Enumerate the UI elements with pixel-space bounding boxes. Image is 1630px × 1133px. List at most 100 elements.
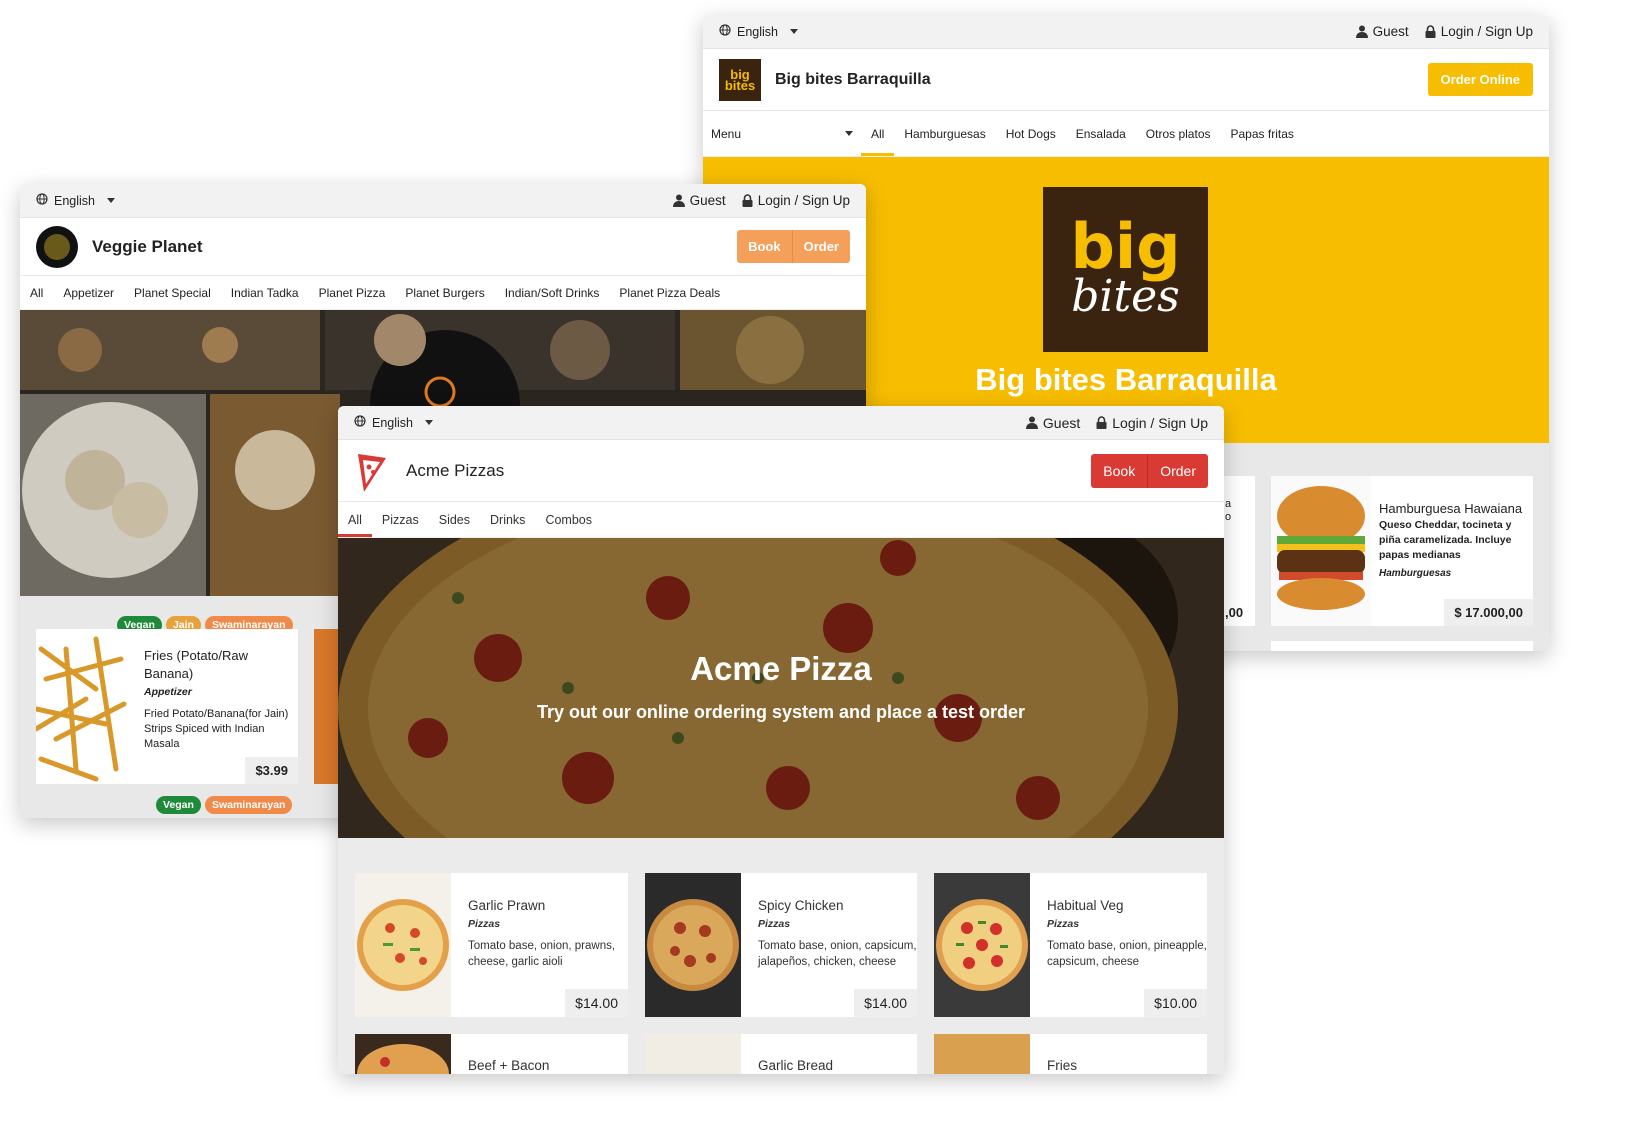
nav-hot-dogs[interactable]: Hot Dogs — [996, 111, 1066, 156]
menu-card-garlic-prawn[interactable]: Garlic Prawn Pizzas Tomato base, onion, … — [355, 873, 628, 1017]
nav-combos[interactable]: Combos — [535, 502, 602, 537]
nav-indian-tadka[interactable]: Indian Tadka — [221, 276, 309, 309]
menu-card-beef-bacon[interactable]: Beef + Bacon — [355, 1034, 628, 1074]
bread-image — [645, 1034, 741, 1074]
menu-card-habitual-veg[interactable]: Habitual Veg Pizzas Tomato base, onion, … — [934, 873, 1207, 1017]
item-description: Tomato base, onion, capsicum, jalapeños,… — [758, 940, 917, 968]
item-category: Appetizer — [144, 686, 192, 698]
veggie-category-nav: All Appetizer Planet Special Indian Tadk… — [20, 276, 866, 310]
nav-hamburguesas[interactable]: Hamburguesas — [894, 111, 995, 156]
nav-pizzas[interactable]: Pizzas — [372, 502, 429, 537]
chevron-down-icon — [845, 131, 853, 136]
hero-title: Acme Pizza — [690, 650, 872, 687]
chevron-down-icon — [425, 420, 433, 425]
menu-card-spicy-chicken[interactable]: Spicy Chicken Pizzas Tomato base, onion,… — [645, 873, 917, 1017]
language-selector[interactable]: English — [354, 415, 1026, 430]
language-label: English — [737, 24, 778, 39]
globe-icon — [719, 24, 731, 39]
menu-card[interactable]: Fries (Potato/Raw Banana) Appetizer Frie… — [36, 629, 298, 784]
item-description: Tomato base, onion, pineapple, capsicum,… — [1047, 940, 1207, 968]
nav-planet-pizza[interactable]: Planet Pizza — [309, 276, 396, 309]
pizza-image — [645, 873, 741, 1017]
item-title: Fries (Potato/Raw Banana) — [144, 648, 249, 681]
item-price: $10.00 — [1144, 989, 1207, 1017]
lock-icon — [742, 194, 753, 207]
user-icon — [672, 194, 685, 207]
item-category: Hamburguesas — [1379, 568, 1452, 579]
acme-topbar: English Guest Login / Sign Up — [338, 406, 1224, 440]
language-selector[interactable]: English — [36, 193, 673, 208]
nav-all[interactable]: All — [338, 502, 372, 537]
menu-card-partial[interactable] — [314, 629, 338, 784]
nav-all[interactable]: All — [861, 111, 895, 156]
menu-card-fries[interactable]: Fries — [934, 1034, 1207, 1074]
item-title: Habitual Veg — [1047, 898, 1124, 913]
pizza-slice-icon[interactable] — [354, 448, 390, 494]
guest-label[interactable]: Guest — [1355, 24, 1409, 39]
order-online-button[interactable]: Order Online — [1427, 63, 1533, 96]
item-title: Beef + Bacon — [468, 1058, 550, 1073]
language-label: English — [54, 193, 95, 208]
item-title: Garlic Prawn — [468, 898, 546, 913]
chevron-down-icon — [107, 198, 115, 203]
globe-icon — [36, 193, 48, 208]
menu-card-next[interactable] — [1271, 641, 1533, 651]
burger-image — [1271, 476, 1371, 626]
menu-card-garlic-bread[interactable]: Garlic Bread — [645, 1034, 917, 1074]
bigbites-header: big bites Big bites Barraquilla Order Onl… — [703, 49, 1549, 111]
menu-card[interactable]: Hamburguesa Hawaiana Queso Cheddar, toci… — [1271, 476, 1533, 626]
order-button[interactable]: Order — [1148, 453, 1208, 488]
hero-banner: Acme Pizza Try out our online ordering s… — [338, 538, 1224, 838]
bigbites-topbar: English Guest Login / Sign Up — [703, 15, 1549, 49]
nav-all[interactable]: All — [20, 276, 53, 309]
item-title: Spicy Chicken — [758, 898, 844, 913]
menu-area: Garlic Prawn Pizzas Tomato base, onion, … — [338, 838, 1224, 1074]
nav-planet-burgers[interactable]: Planet Burgers — [395, 276, 494, 309]
nav-papas-fritas[interactable]: Papas fritas — [1221, 111, 1304, 156]
item-title: Garlic Bread — [758, 1058, 834, 1073]
dietary-badges-row2: Vegan Swaminarayan — [156, 796, 293, 814]
restaurant-logo[interactable] — [36, 225, 78, 268]
pizza-image — [934, 873, 1030, 1017]
nav-indian-soft-drinks[interactable]: Indian/Soft Drinks — [495, 276, 610, 309]
item-price: $14.00 — [854, 989, 917, 1017]
guest-label[interactable]: Guest — [672, 193, 726, 208]
nav-drinks[interactable]: Drinks — [480, 502, 535, 537]
guest-label[interactable]: Guest — [1025, 415, 1080, 431]
nav-otros-platos[interactable]: Otros platos — [1136, 111, 1221, 156]
item-description: Tomato base, onion, prawns, cheese, garl… — [468, 940, 616, 968]
item-category: Pizzas — [1047, 918, 1080, 930]
item-description: Queso Cheddar, tocineta y piña carameliz… — [1379, 519, 1512, 561]
bigbites-category-nav: Menu All Hamburguesas Hot Dogs Ensalada … — [703, 111, 1549, 157]
fries-image — [36, 629, 128, 784]
menu-select[interactable]: Menu — [703, 111, 861, 156]
language-label: English — [372, 415, 413, 430]
login-link[interactable]: Login / Sign Up — [1096, 415, 1208, 431]
chevron-down-icon — [790, 29, 798, 34]
nav-appetizer[interactable]: Appetizer — [53, 276, 124, 309]
nav-ensalada[interactable]: Ensalada — [1066, 111, 1136, 156]
restaurant-name: Big bites Barraquilla — [775, 70, 931, 88]
fries-image — [934, 1034, 1030, 1074]
login-link[interactable]: Login / Sign Up — [742, 193, 850, 208]
book-button[interactable]: Book — [1091, 453, 1149, 488]
nav-planet-pizza-deals[interactable]: Planet Pizza Deals — [609, 276, 730, 309]
language-selector[interactable]: English — [719, 24, 1356, 39]
nav-planet-special[interactable]: Planet Special — [124, 276, 221, 309]
hero-logo: big bites — [1043, 187, 1208, 352]
login-link[interactable]: Login / Sign Up — [1425, 24, 1533, 39]
item-price: $3.99 — [245, 757, 298, 784]
badge-vegan: Vegan — [156, 796, 201, 814]
acme-category-nav: All Pizzas Sides Drinks Combos — [338, 502, 1224, 538]
pizza-image — [355, 873, 451, 1017]
order-button[interactable]: Order — [792, 230, 850, 263]
item-description: Fried Potato/Banana(for Jain) Strips Spi… — [144, 708, 289, 750]
acme-header: Acme Pizzas Book Order — [338, 440, 1224, 502]
lock-icon — [1425, 25, 1436, 38]
item-price: $ 17.000,00 — [1444, 599, 1533, 626]
restaurant-logo[interactable]: big bites — [719, 58, 761, 101]
book-button[interactable]: Book — [737, 230, 793, 263]
badge-swaminarayan: Swaminarayan — [204, 796, 293, 814]
nav-sides[interactable]: Sides — [429, 502, 480, 537]
menu-card-partial[interactable]: ao ,00 — [1223, 476, 1255, 626]
